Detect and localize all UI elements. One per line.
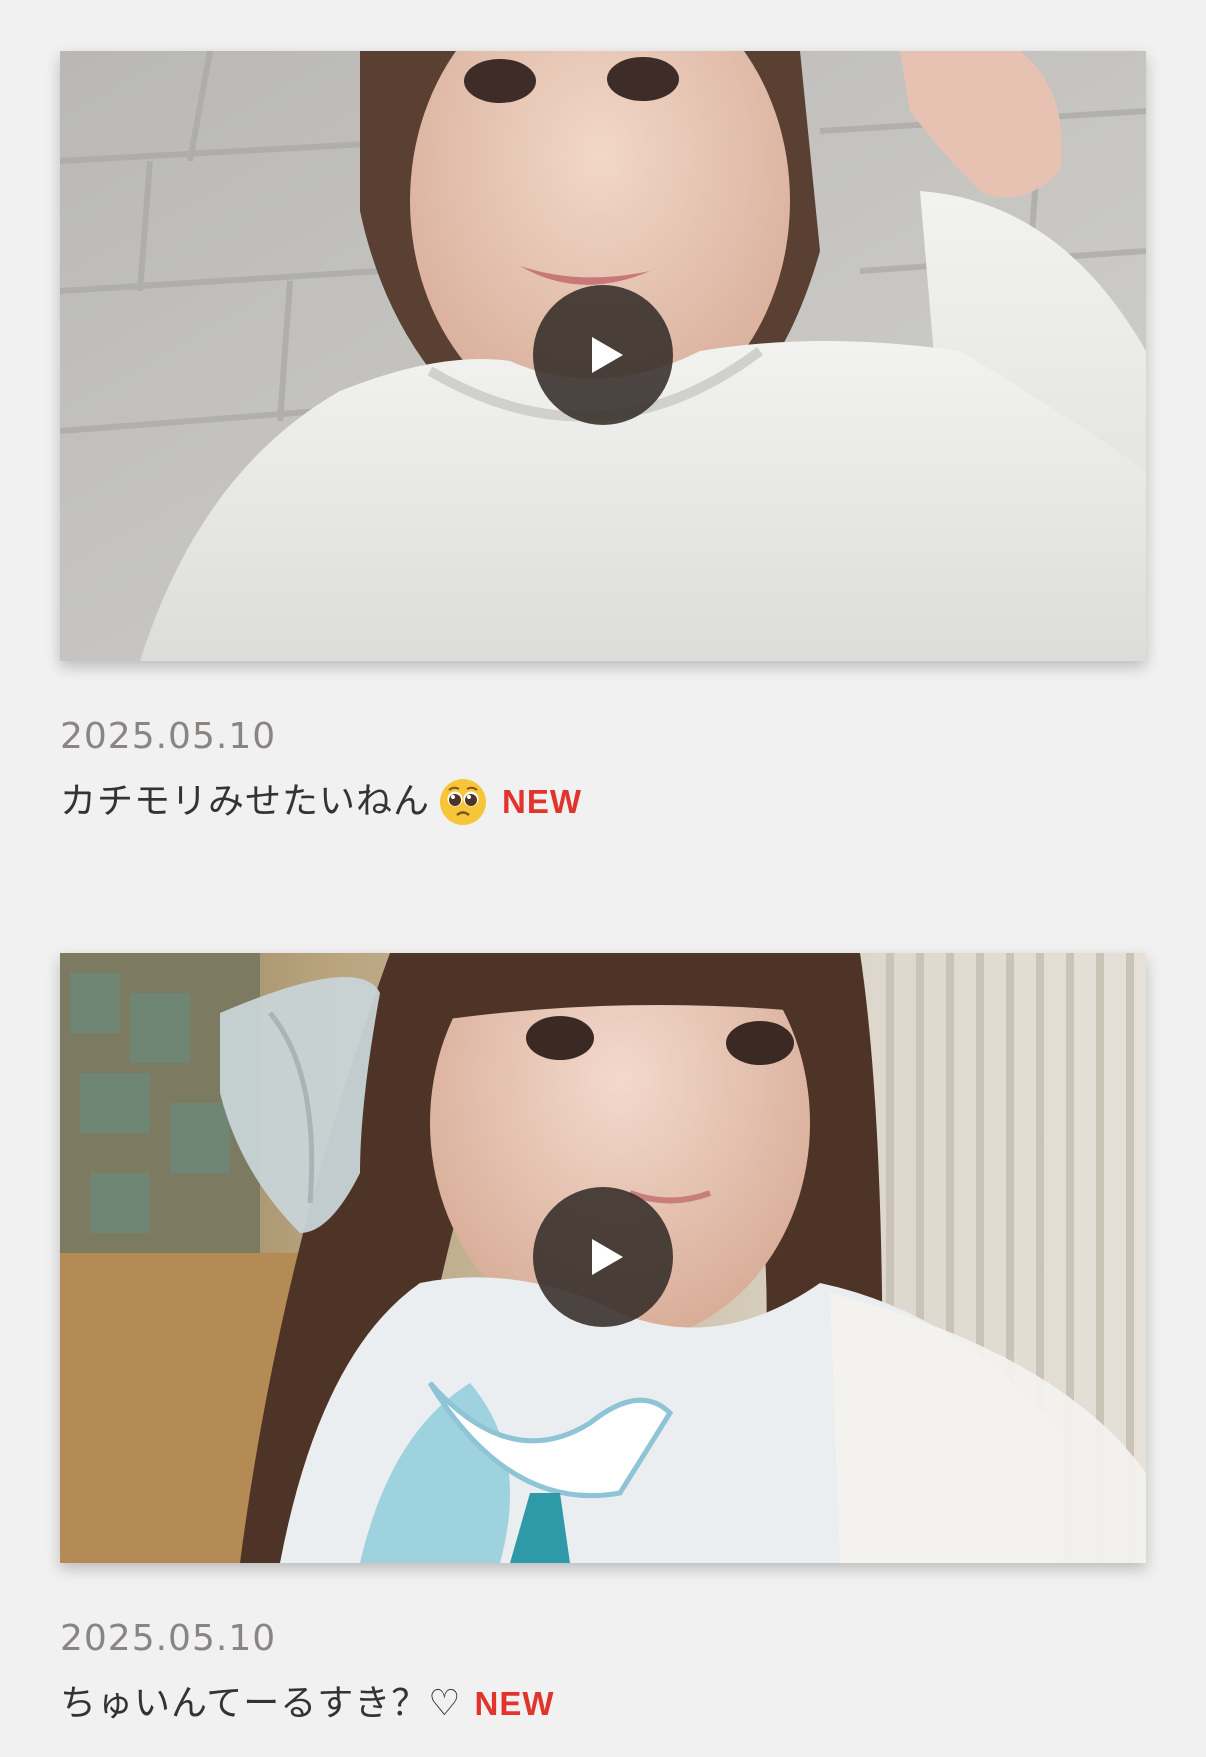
play-button[interactable] [533,1187,673,1327]
pleading-face-icon [438,777,488,827]
post-title-link[interactable]: カチモリみせたいねん NEW [60,777,1146,827]
play-button[interactable] [533,285,673,425]
video-thumbnail[interactable] [60,953,1146,1563]
video-post: 2025.05.10 カチモリみせたいねん NEW [60,51,1146,827]
post-date: 2025.05.10 [60,716,277,757]
play-icon [591,337,623,373]
post-title: ちゅいんてーるすき？ [60,1683,429,1724]
new-badge: NEW [474,1685,555,1722]
post-title: カチモリみせたいねん [60,781,431,822]
video-thumbnail[interactable] [60,51,1146,661]
post-title-link[interactable]: ちゅいんてーるすき？ ♡ NEW [60,1679,1146,1729]
post-date: 2025.05.10 [60,1618,277,1659]
heart-icon: ♡ [428,1683,461,1724]
play-icon [591,1239,623,1275]
new-badge: NEW [502,783,583,820]
video-post: 2025.05.10 ちゅいんてーるすき？ ♡ NEW [60,953,1146,1729]
